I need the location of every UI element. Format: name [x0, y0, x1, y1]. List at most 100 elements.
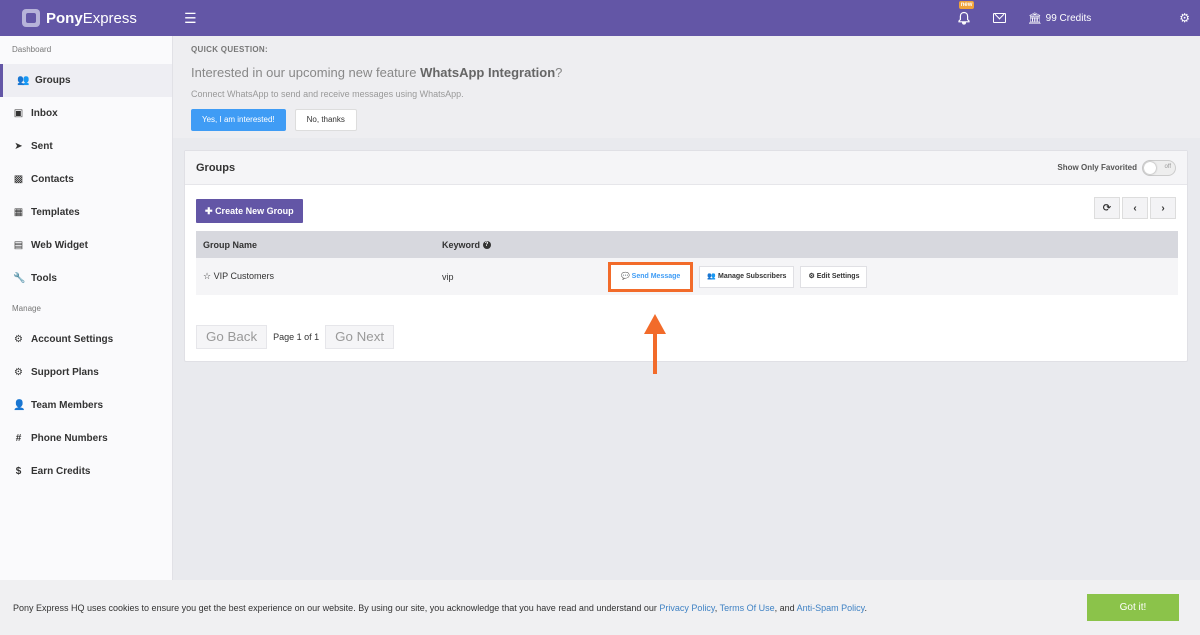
column-keyword: Keyword ? [442, 240, 602, 250]
pagination: Go Back Page 1 of 1 Go Next [196, 325, 395, 349]
sidebar-item-earn-credits[interactable]: $ Earn Credits [0, 455, 172, 488]
inbox-icon: ▣ [13, 108, 24, 119]
got-it-button[interactable]: Got it! [1087, 594, 1179, 621]
sidebar-item-label: Earn Credits [31, 466, 91, 477]
groups-panel-header: Groups Show Only Favorited off [185, 151, 1187, 185]
page-indicator: Page 1 of 1 [273, 332, 320, 342]
gear-icon: ⚙ [14, 334, 23, 345]
no-thanks-button[interactable]: No, thanks [294, 109, 357, 131]
grid-icon: ▦ [13, 207, 24, 218]
mail-icon[interactable] [992, 13, 1006, 23]
credits-label: 99 Credits [1045, 12, 1092, 24]
sidebar-item-label: Groups [35, 75, 71, 86]
send-message-button[interactable]: 💬 Send Message [608, 261, 694, 292]
favorite-toggle[interactable]: off [1142, 159, 1176, 176]
sidebar-item-groups[interactable]: 👥 Groups [0, 64, 172, 97]
users-icon: 👥 [17, 75, 30, 86]
chevron-right-icon[interactable]: › [1150, 197, 1176, 219]
help-icon[interactable]: ? [482, 241, 491, 250]
group-name-cell: ☆ VIP Customers [196, 271, 442, 282]
cookie-banner: Pony Express HQ uses cookies to ensure y… [0, 580, 1200, 635]
users-icon: 👥 [707, 272, 717, 280]
sidebar-item-contacts[interactable]: ▩ Contacts [0, 163, 172, 196]
sidebar-item-label: Inbox [31, 108, 58, 119]
sidebar-item-account-settings[interactable]: ⚙ Account Settings [0, 323, 172, 356]
quick-question-subtitle: Connect WhatsApp to send and receive mes… [191, 89, 464, 99]
terms-link[interactable]: Terms Of Use [720, 603, 775, 613]
sidebar-item-templates[interactable]: ▦ Templates [0, 196, 172, 229]
sidebar-section-dashboard: Dashboard [12, 45, 52, 54]
panel-title: Groups [196, 161, 236, 174]
notifications-bell-icon[interactable]: new [957, 1, 975, 25]
refresh-icon[interactable]: ⟳ [1094, 197, 1120, 219]
gear-icon: ⚙ [808, 272, 815, 280]
sidebar-item-team-members[interactable]: 👤 Team Members [0, 389, 172, 422]
bell-icon [958, 11, 970, 25]
brand-name: PonyExpress [46, 9, 137, 27]
sidebar-item-tools[interactable]: 🔧 Tools [0, 262, 172, 295]
sidebar-item-label: Sent [31, 141, 53, 152]
sidebar-item-sent[interactable]: ➤ Sent [0, 130, 172, 163]
keyword-cell: vip [442, 271, 454, 282]
groups-table: Group Name Keyword ? ☆ VIP Customers vip… [196, 231, 1178, 295]
sidebar-item-web-widget[interactable]: ▤ Web Widget [0, 229, 172, 262]
address-book-icon: ▩ [13, 174, 24, 185]
brand[interactable]: PonyExpress [0, 9, 172, 27]
column-group-name: Group Name [203, 239, 258, 250]
go-next-button[interactable]: Go Next [325, 325, 395, 349]
sidebar-item-phone-numbers[interactable]: # Phone Numbers [0, 422, 172, 455]
logo-icon [22, 9, 40, 27]
hamburger-icon[interactable]: ☰ [184, 10, 197, 27]
cookie-text: Pony Express HQ uses cookies to ensure y… [13, 602, 868, 613]
sidebar-item-inbox[interactable]: ▣ Inbox [0, 97, 172, 130]
create-group-button[interactable]: ✚ Create New Group [196, 199, 303, 223]
groups-panel: Groups Show Only Favorited off ✚ Create … [184, 150, 1188, 362]
sidebar-item-label: Templates [31, 207, 80, 218]
credits-link[interactable]: 🏛 99 Credits [1028, 12, 1092, 25]
manage-subscribers-button[interactable]: 👥 Manage Subscribers [699, 265, 795, 288]
sidebar-item-label: Contacts [31, 174, 74, 185]
bank-icon: 🏛 [1027, 12, 1042, 25]
star-icon[interactable]: ☆ [203, 271, 211, 281]
chevron-left-icon[interactable]: ‹ [1122, 197, 1148, 219]
sidebar-item-label: Web Widget [31, 240, 88, 251]
plus-icon: ✚ [205, 206, 213, 216]
interested-button[interactable]: Yes, I am interested! [191, 109, 286, 131]
dollar-icon: $ [15, 466, 22, 477]
toggle-text: off [1164, 163, 1171, 170]
quick-question-label: QUICK QUESTION: [191, 45, 268, 54]
settings-cogs-icon[interactable]: ⚙ [1179, 11, 1190, 25]
sidebar-item-label: Account Settings [31, 334, 114, 345]
comment-icon: 💬 [621, 272, 630, 280]
quick-question-banner: QUICK QUESTION: Interested in our upcomi… [173, 36, 1200, 138]
privacy-policy-link[interactable]: Privacy Policy [659, 603, 714, 613]
hash-icon: # [15, 433, 22, 444]
paper-plane-icon: ➤ [14, 141, 23, 152]
favorite-filter: Show Only Favorited off [1057, 159, 1176, 176]
go-back-button[interactable]: Go Back [196, 325, 268, 349]
create-group-label: Create New Group [215, 206, 294, 216]
toggle-knob [1144, 161, 1156, 174]
gear-icon: ⚙ [14, 367, 23, 378]
table-row: ☆ VIP Customers vip 💬 Send Message 👥 Man… [196, 258, 1178, 295]
sidebar-section-manage: Manage [12, 304, 41, 313]
table-nav: ⟳ ‹ › [1094, 197, 1176, 219]
edit-settings-button[interactable]: ⚙ Edit Settings [800, 265, 868, 288]
new-badge: new [958, 1, 975, 9]
group-name: VIP Customers [213, 271, 274, 281]
sidebar-item-support-plans[interactable]: ⚙ Support Plans [0, 356, 172, 389]
anti-spam-link[interactable]: Anti-Spam Policy [797, 603, 865, 613]
arrow-up-annotation-icon [644, 314, 666, 374]
sidebar-item-label: Team Members [31, 400, 104, 411]
top-navbar: PonyExpress ☰ new 🏛 99 Credits ⚙ [0, 0, 1200, 36]
quick-question-title: Interested in our upcoming new feature W… [191, 65, 563, 80]
favorite-filter-label: Show Only Favorited [1057, 163, 1137, 172]
wrench-icon: 🔧 [13, 273, 26, 284]
user-plus-icon: 👤 [13, 400, 26, 411]
sidebar: Dashboard 👥 Groups ▣ Inbox ➤ Sent ▩ Cont… [0, 36, 173, 635]
sidebar-item-label: Tools [31, 273, 57, 284]
table-header: Group Name Keyword ? [196, 231, 1178, 258]
sidebar-item-label: Phone Numbers [31, 433, 108, 444]
widget-icon: ▤ [13, 240, 24, 251]
sidebar-item-label: Support Plans [31, 367, 99, 378]
